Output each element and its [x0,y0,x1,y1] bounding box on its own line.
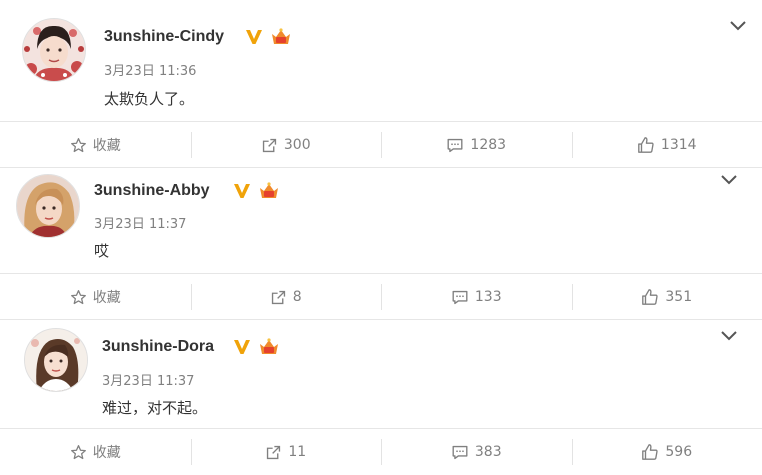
favorite-button[interactable]: 收藏 [0,274,191,320]
like-count: 596 [665,444,692,460]
thumbs-up-icon [641,443,659,461]
verified-v-icon [232,181,252,201]
avatar-image [25,329,87,391]
favorite-label: 收藏 [93,287,121,307]
post-timestamp[interactable]: 3月23日 11:37 [102,370,194,389]
verified-v-icon [232,337,252,357]
action-bar: 收藏 11 383 596 [0,429,762,475]
comment-button[interactable]: 133 [381,274,572,320]
post-card: 3unshine-Dora 3月23日 11:37 难过，对不起。 [0,320,762,428]
badges [232,181,280,201]
member-crown-icon [270,27,292,47]
repost-arrow-icon [261,137,278,154]
comment-count: 383 [475,444,502,460]
repost-button[interactable]: 11 [191,429,382,475]
like-count: 1314 [661,137,697,153]
repost-arrow-icon [265,444,282,461]
verified-v-icon [244,27,264,47]
favorite-label: 收藏 [93,442,121,462]
star-outline-icon [70,137,87,154]
avatar[interactable] [22,18,86,82]
chevron-down-icon[interactable] [718,168,740,190]
badges [232,337,280,357]
star-outline-icon [70,289,87,306]
avatar[interactable] [24,328,88,392]
comment-count: 1283 [470,137,506,153]
comment-bubble-icon [451,289,469,306]
favorite-button[interactable]: 收藏 [0,122,191,168]
comment-button[interactable]: 1283 [381,122,572,168]
member-crown-icon [258,181,280,201]
member-crown-icon [258,337,280,357]
username[interactable]: 3unshine-Cindy [104,28,224,46]
chevron-down-icon[interactable] [727,14,749,36]
chevron-down-icon[interactable] [718,324,740,346]
favorite-label: 收藏 [93,135,121,155]
badges [244,27,292,47]
post-content: 太欺负人了。 [104,88,194,109]
post-timestamp[interactable]: 3月23日 11:37 [94,213,186,232]
comment-count: 133 [475,289,502,305]
action-bar: 收藏 8 133 351 [0,274,762,320]
repost-count: 300 [284,137,311,153]
comment-bubble-icon [446,137,464,154]
post-timestamp[interactable]: 3月23日 11:36 [104,60,196,79]
comment-button[interactable]: 383 [381,429,572,475]
repost-count: 11 [288,444,306,460]
post-card: 3unshine-Abby 3月23日 11:37 哎 [0,168,762,274]
repost-arrow-icon [270,289,287,306]
post-content: 难过，对不起。 [102,397,207,418]
username[interactable]: 3unshine-Dora [102,338,214,356]
like-button[interactable]: 1314 [572,122,762,168]
repost-count: 8 [293,289,302,305]
star-outline-icon [70,444,87,461]
repost-button[interactable]: 300 [191,122,382,168]
post-content: 哎 [94,240,109,261]
like-count: 351 [665,289,692,305]
action-bar: 收藏 300 1283 1314 [0,122,762,168]
repost-button[interactable]: 8 [191,274,382,320]
like-button[interactable]: 596 [572,429,762,475]
avatar-image [23,19,85,81]
comment-bubble-icon [451,444,469,461]
avatar-image [17,175,79,237]
post-card: 3unshine-Cindy 3月23日 11:36 太欺负人了。 [0,0,762,122]
favorite-button[interactable]: 收藏 [0,429,191,475]
thumbs-up-icon [637,136,655,154]
username[interactable]: 3unshine-Abby [94,182,210,200]
like-button[interactable]: 351 [572,274,762,320]
avatar[interactable] [16,174,80,238]
thumbs-up-icon [641,288,659,306]
